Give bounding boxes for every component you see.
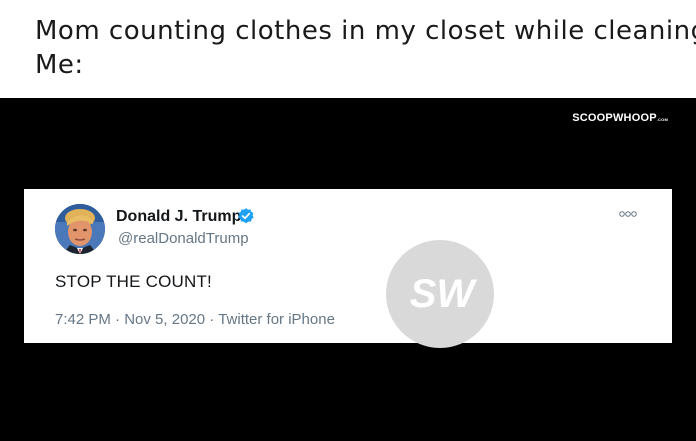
tweet-metadata: 7:42 PM · Nov 5, 2020 · Twitter for iPho… xyxy=(55,311,335,328)
avatar[interactable] xyxy=(55,204,105,254)
caption-line-1: Mom counting clothes in my closet while … xyxy=(35,16,696,46)
tweet-time[interactable]: 7:42 PM xyxy=(55,311,111,328)
tweet-card: Donald J. Trump @realDonaldTrump STOP TH… xyxy=(24,189,672,348)
more-options-icon[interactable] xyxy=(618,209,638,219)
meta-separator: · xyxy=(115,311,121,328)
avatar-image xyxy=(55,204,105,254)
tweet-source[interactable]: Twitter for iPhone xyxy=(218,311,335,328)
meta-separator: · xyxy=(209,311,215,328)
image-panel: SCOOPWHOOP.COM Donald J. Trump @realDona… xyxy=(0,98,696,441)
brand-watermark: SCOOPWHOOP.COM xyxy=(572,112,668,124)
tweet-date[interactable]: Nov 5, 2020 xyxy=(124,311,205,328)
display-name[interactable]: Donald J. Trump xyxy=(116,208,241,226)
brand-name: SCOOPWHOOP xyxy=(572,112,657,124)
watermark-text: SW xyxy=(410,272,478,316)
brand-suffix: .COM xyxy=(656,117,668,122)
tweet-text: STOP THE COUNT! xyxy=(55,272,212,291)
user-handle[interactable]: @realDonaldTrump xyxy=(118,230,249,247)
verified-badge-icon xyxy=(238,208,254,224)
caption-line-2: Me: xyxy=(35,50,84,80)
sw-watermark-logo: SW xyxy=(386,240,494,348)
meme-caption: Mom counting clothes in my closet while … xyxy=(35,14,696,82)
